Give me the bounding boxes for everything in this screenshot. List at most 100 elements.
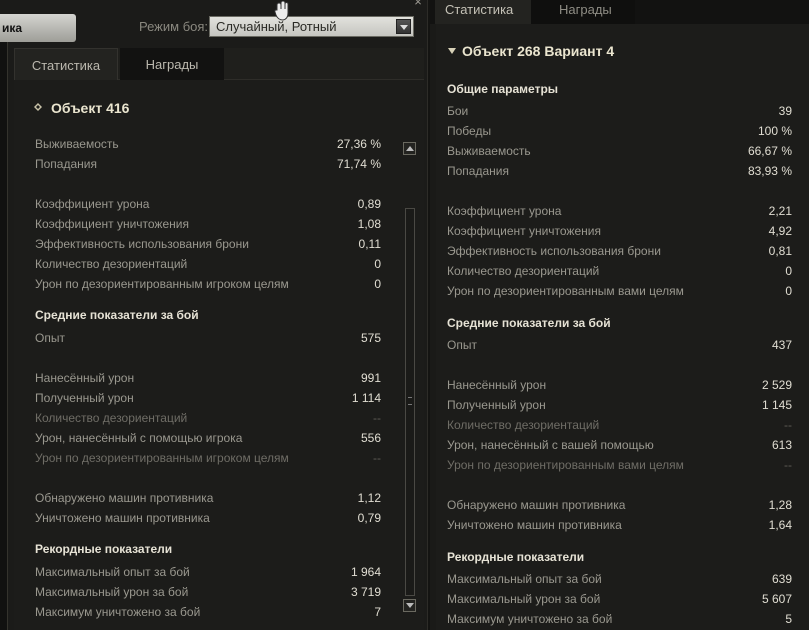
stat-value: 1,08	[357, 217, 381, 231]
stat-row: Обнаружено машин противника 1,28	[447, 497, 792, 513]
stat-value: --	[784, 458, 792, 472]
battle-mode-value: Случайный, Ротный	[216, 19, 337, 34]
stat-label: Бои	[447, 104, 469, 118]
stat-label: Количество дезориентаций	[447, 418, 600, 432]
stat-row: Максимальный опыт за бой 639	[447, 571, 792, 587]
stat-label: Урон, нанесённый с помощью игрока	[35, 431, 243, 445]
stat-row: Эффективность использования брони 0,11	[35, 236, 381, 252]
stat-value: 0,89	[357, 197, 381, 211]
stat-value: 556	[360, 431, 381, 445]
scroll-down-button[interactable]	[403, 599, 416, 612]
top-left-button[interactable]: ика	[0, 14, 76, 42]
stat-row: Максимум уничтожено за бой 5	[447, 611, 792, 627]
stat-row: Обнаружено машин противника 1,12	[35, 490, 381, 506]
stat-row: Попадания 83,93 %	[447, 163, 792, 179]
stat-row: Коэффициент уничтожения 1,08	[35, 216, 381, 232]
stat-value: 2,21	[768, 204, 792, 218]
stat-value: 575	[360, 331, 381, 345]
section-average: Средние показатели за бой	[447, 316, 611, 330]
stat-label: Выживаемость	[447, 144, 531, 158]
stat-label: Максимум уничтожено за бой	[447, 612, 613, 626]
stat-value: 71,74 %	[336, 157, 381, 171]
stat-row: Урон по дезориентированным вами целям --	[447, 457, 792, 473]
stat-value: 5	[785, 612, 792, 626]
stat-label: Уничтожено машин противника	[447, 518, 622, 532]
stat-row: Победы 100 %	[447, 123, 792, 139]
stat-row: Максимальный урон за бой 5 607	[447, 591, 792, 607]
stat-value: 0	[785, 284, 792, 298]
section-records: Рекордные показатели	[447, 550, 585, 564]
stat-label: Количество дезориентаций	[447, 264, 600, 278]
stat-row: Нанесённый урон 991	[35, 370, 381, 386]
stat-row: Урон по дезориентированным вами целям 0	[447, 283, 792, 299]
close-icon[interactable]: ×	[411, 0, 425, 8]
stat-value: 639	[771, 572, 792, 586]
stat-label: Урон по дезориентированным игроком целям	[35, 451, 289, 465]
stat-row: Коэффициент уничтожения 4,92	[447, 223, 792, 239]
stat-value: 0,79	[357, 511, 381, 525]
scroll-thumb[interactable]	[405, 208, 415, 596]
battle-mode-select[interactable]: Случайный, Ротный	[209, 16, 414, 37]
stat-row: Эффективность использования брони 0,81	[447, 243, 792, 259]
section-general: Общие параметры	[447, 82, 559, 96]
stat-row: Максимум уничтожено за бой 7	[35, 604, 381, 620]
stat-label: Максимальный опыт за бой	[35, 565, 190, 579]
stat-row: Попадания 71,74 %	[35, 156, 381, 172]
stat-label: Нанесённый урон	[35, 371, 135, 385]
battle-mode-label: Режим боя:	[139, 19, 209, 34]
stat-label: Нанесённый урон	[447, 378, 547, 392]
stat-value: 437	[771, 338, 792, 352]
stat-label: Количество дезориентаций	[35, 411, 188, 425]
stat-value: 1,12	[357, 491, 381, 505]
stat-label: Количество дезориентаций	[35, 257, 188, 271]
tab-awards[interactable]: Награды	[531, 0, 635, 24]
stat-label: Урон по дезориентированным вами целям	[447, 458, 684, 472]
section-records: Рекордные показатели	[35, 542, 173, 556]
triangle-down-icon	[448, 48, 456, 54]
stat-row: Урон по дезориентированным игроком целям…	[35, 276, 381, 292]
stat-value: 1,64	[768, 518, 792, 532]
stat-row: Максимальный опыт за бой 1 964	[35, 564, 381, 580]
stat-value: --	[373, 451, 381, 465]
stat-row: Уничтожено машин противника 1,64	[447, 517, 792, 533]
left-tab-bar: Статистика Награды	[14, 48, 424, 80]
stat-row: Урон, нанесённый с помощью игрока 556	[35, 430, 381, 446]
stat-row: Выживаемость 27,36 %	[35, 136, 381, 152]
stat-label: Максимум уничтожено за бой	[35, 605, 201, 619]
stat-row: Опыт 575	[35, 330, 381, 346]
stat-value: 4,92	[768, 224, 792, 238]
tab-statistics[interactable]: Статистика	[435, 0, 531, 24]
stat-label: Коэффициент уничтожения	[447, 224, 601, 238]
stat-value: 83,93 %	[747, 164, 792, 178]
tab-awards[interactable]: Награды	[120, 48, 224, 80]
stat-label: Обнаружено машин противника	[447, 498, 626, 512]
stat-value: 1 964	[350, 565, 381, 579]
stat-value: 0	[374, 277, 381, 291]
stat-value: 0	[785, 264, 792, 278]
stat-value: 991	[360, 371, 381, 385]
stat-row: Опыт 437	[447, 337, 792, 353]
stat-value: --	[784, 418, 792, 432]
stat-value: 66,67 %	[747, 144, 792, 158]
stat-value: 5 607	[761, 592, 792, 606]
stat-label: Уничтожено машин противника	[35, 511, 210, 525]
stat-label: Попадания	[447, 164, 509, 178]
stat-row: Коэффициент урона 2,21	[447, 203, 792, 219]
chevron-down-icon[interactable]	[396, 19, 411, 34]
stat-row: Максимальный урон за бой 3 719	[35, 584, 381, 600]
stat-label: Полученный урон	[447, 398, 546, 412]
stat-label: Эффективность использования брони	[447, 244, 661, 258]
stat-value: 0,11	[358, 237, 381, 251]
vehicle-title: Объект 416	[51, 100, 130, 116]
stat-value: 39	[778, 104, 792, 118]
stat-row: Количество дезориентаций 0	[447, 263, 792, 279]
stat-label: Полученный урон	[35, 391, 134, 405]
tab-statistics[interactable]: Статистика	[14, 48, 118, 80]
stat-label: Попадания	[35, 157, 97, 171]
stat-value: 1 114	[351, 391, 381, 405]
scroll-up-button[interactable]	[403, 142, 416, 155]
stat-value: 0,81	[768, 244, 792, 258]
stat-row: Уничтожено машин противника 0,79	[35, 510, 381, 526]
stat-label: Максимальный урон за бой	[447, 592, 601, 606]
scrollbar[interactable]	[403, 142, 417, 612]
